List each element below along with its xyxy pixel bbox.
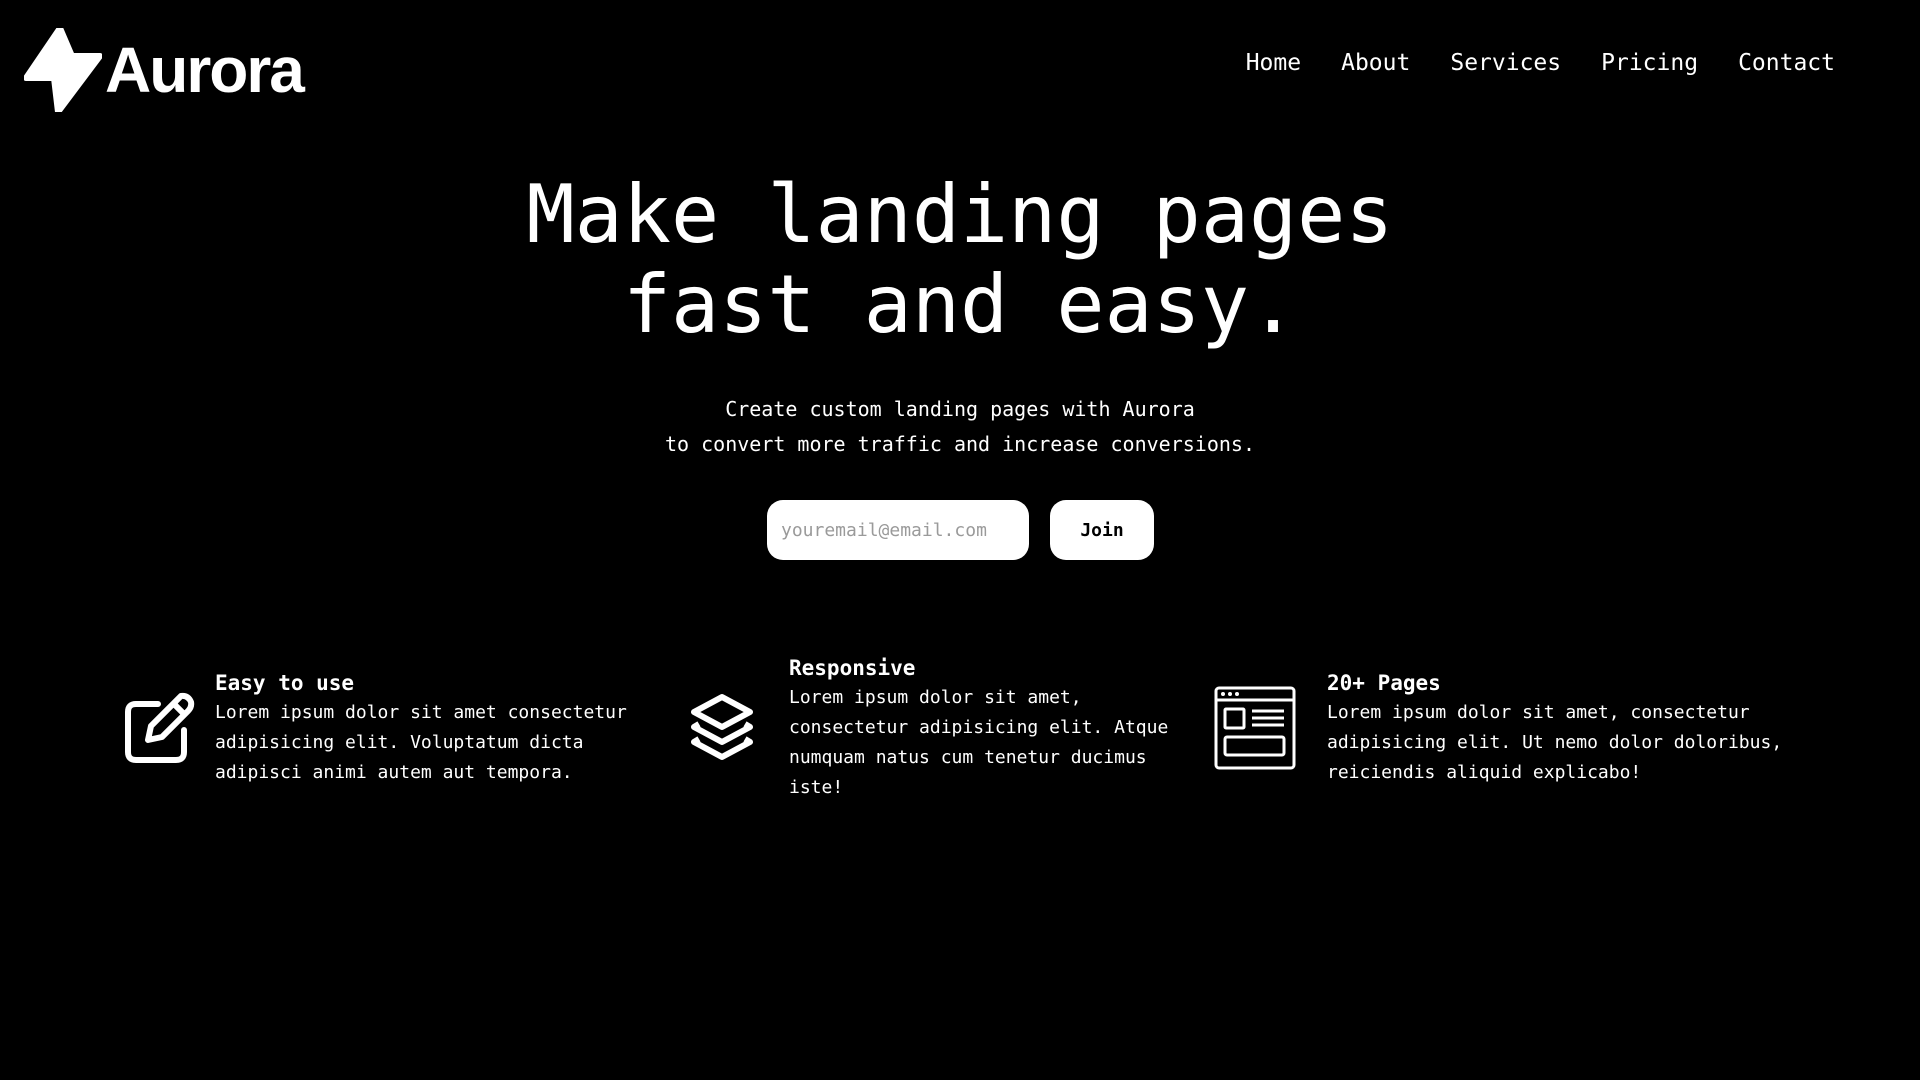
- hero-subtitle-line-1: Create custom landing pages with Aurora: [725, 397, 1195, 421]
- brand-name: Aurora: [105, 34, 305, 106]
- brand-logo[interactable]: Aurora: [24, 28, 305, 112]
- feature-body: Easy to use Lorem ipsum dolor sit amet c…: [215, 668, 627, 788]
- nav-about-link[interactable]: About: [1341, 50, 1410, 76]
- feature-text: Lorem ipsum dolor sit amet consectetur a…: [215, 702, 627, 783]
- hero-title: Make landing pages fast and easy.: [0, 170, 1920, 350]
- browser-layout-icon: [1214, 686, 1296, 770]
- hero-subtitle-line-2: to convert more traffic and increase con…: [664, 432, 1255, 456]
- signup-form: Join: [767, 500, 1154, 560]
- hero-subtitle: Create custom landing pages with Aurora …: [0, 392, 1920, 462]
- email-input[interactable]: [767, 500, 1029, 560]
- nav-contact-link[interactable]: Contact: [1738, 50, 1835, 76]
- hero-title-line-2: fast and easy.: [622, 258, 1298, 351]
- feature-body: 20+ Pages Lorem ipsum dolor sit amet, co…: [1327, 668, 1782, 788]
- feature-text: Lorem ipsum dolor sit amet, consectetur …: [1327, 702, 1783, 783]
- nav-pricing-link[interactable]: Pricing: [1601, 50, 1698, 76]
- lightning-bolt-icon: [24, 28, 102, 112]
- feature-title: Easy to use: [215, 671, 355, 695]
- feature-responsive: Responsive Lorem ipsum dolor sit amet, c…: [690, 653, 1168, 803]
- main-nav: Home About Services Pricing Contact: [1246, 50, 1835, 76]
- feature-body: Responsive Lorem ipsum dolor sit amet, c…: [789, 653, 1168, 803]
- hero-title-line-1: Make landing pages: [526, 168, 1394, 261]
- feature-title: Responsive: [789, 656, 916, 680]
- layers-stack-icon: [691, 694, 753, 760]
- feature-title: 20+ Pages: [1327, 671, 1441, 695]
- feature-text: Lorem ipsum dolor sit amet, consectetur …: [789, 687, 1169, 798]
- nav-services-link[interactable]: Services: [1450, 50, 1561, 76]
- join-button[interactable]: Join: [1050, 500, 1154, 560]
- feature-20-pages: 20+ Pages Lorem ipsum dolor sit amet, co…: [1214, 668, 1782, 788]
- nav-home-link[interactable]: Home: [1246, 50, 1301, 76]
- feature-easy-to-use: Easy to use Lorem ipsum dolor sit amet c…: [124, 668, 627, 788]
- edit-pencil-icon: [125, 692, 195, 763]
